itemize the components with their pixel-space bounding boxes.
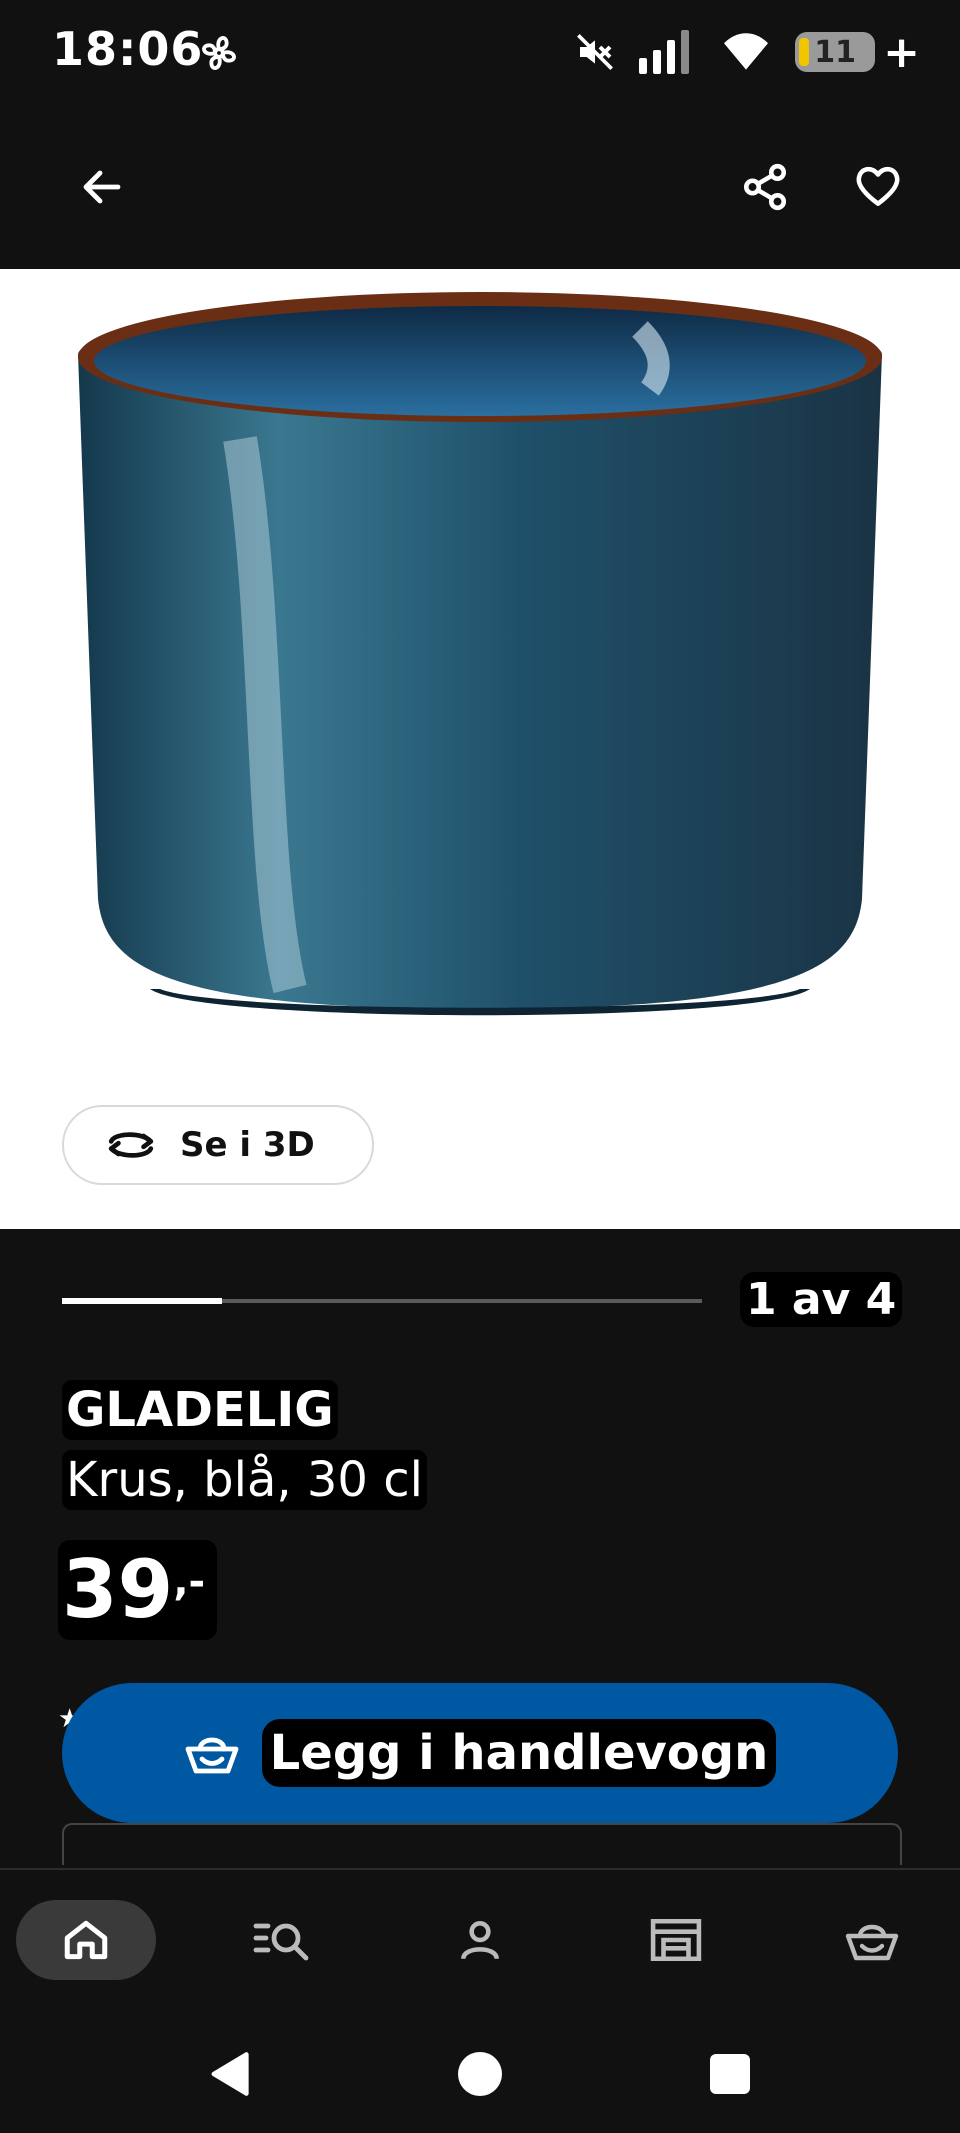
- view-3d-label: Se i 3D: [180, 1125, 315, 1165]
- info-card: [62, 1823, 902, 1865]
- rotate-3d-icon: [108, 1132, 154, 1158]
- gallery-progress: [62, 1298, 702, 1304]
- profile-icon: [461, 1921, 499, 1960]
- cart-icon: [845, 1924, 899, 1961]
- price-suffix: ,-: [173, 1559, 206, 1605]
- heart-icon: [856, 167, 900, 206]
- product-description: Krus, blå, 30 cl: [62, 1450, 427, 1510]
- view-3d-button[interactable]: Se i 3D: [62, 1105, 374, 1185]
- product-price: 39,-: [58, 1540, 218, 1640]
- mug-illustration: [78, 292, 882, 1016]
- top-app-bar: [0, 105, 960, 269]
- share-button[interactable]: [725, 147, 805, 227]
- add-to-cart-label: Legg i handlevogn: [261, 1719, 777, 1787]
- mute-icon: [577, 34, 614, 70]
- status-time: 18:06: [52, 22, 204, 76]
- store-icon: [650, 1918, 702, 1962]
- nav-profile[interactable]: [410, 1900, 550, 1980]
- battery-level: 11: [814, 34, 856, 70]
- home-icon: [64, 1920, 108, 1960]
- nav-cart[interactable]: [802, 1900, 942, 1980]
- favourite-button[interactable]: [838, 147, 918, 227]
- recents-square-icon[interactable]: [708, 2052, 752, 2096]
- basket-icon: [185, 1737, 239, 1774]
- add-to-cart-button[interactable]: Legg i handlevogn: [62, 1683, 898, 1823]
- nav-search[interactable]: [212, 1900, 352, 1980]
- nav-home[interactable]: [16, 1900, 156, 1980]
- gallery-counter: 1 av 4: [740, 1272, 903, 1327]
- back-arrow-icon: [83, 170, 121, 204]
- product-image[interactable]: Se i 3D: [0, 269, 960, 1229]
- battery-icon: 11: [795, 32, 876, 72]
- search-list-icon: [253, 1923, 309, 1961]
- share-icon: [743, 163, 787, 211]
- fan-icon: [202, 36, 236, 70]
- gallery-progress-fill: [62, 1298, 222, 1304]
- wifi-icon: [724, 33, 769, 70]
- system-navigation: [0, 2008, 960, 2133]
- bottom-navigation: [0, 1868, 960, 2010]
- product-name: GLADELIG: [62, 1380, 338, 1440]
- home-circle-icon[interactable]: [456, 2050, 504, 2098]
- nav-store[interactable]: [606, 1900, 746, 1980]
- back-button[interactable]: [62, 147, 142, 227]
- back-triangle-icon[interactable]: [206, 2050, 252, 2098]
- signal-icon: [639, 30, 690, 74]
- charging-plus-icon: +: [883, 26, 920, 78]
- price-value: 39: [62, 1543, 174, 1636]
- status-bar: 18:06 11 +: [0, 0, 960, 105]
